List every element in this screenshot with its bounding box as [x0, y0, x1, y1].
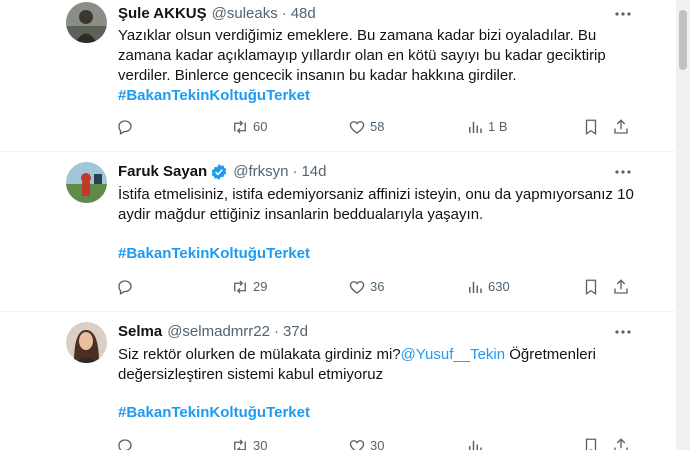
reply-button[interactable] [116, 278, 138, 296]
like-count: 36 [370, 279, 385, 294]
author-handle[interactable]: @selmadmrr22 [167, 322, 270, 342]
separator: · [292, 163, 298, 180]
share-icon [614, 119, 628, 134]
retweet-count: 30 [253, 438, 268, 450]
reply-button[interactable] [116, 437, 138, 450]
heart-icon [349, 281, 365, 294]
tweet-text-before: Siz rektör olurken de mülakata girdiniz … [118, 346, 401, 363]
timestamp[interactable]: 37d [283, 322, 308, 342]
heart-icon [349, 121, 365, 134]
tweet-text: İstifa etmelisiniz, istifa edemiyorsaniz… [118, 186, 634, 223]
verified-badge-icon [210, 163, 228, 181]
heart-icon [349, 440, 365, 450]
views-count: 1 B [488, 119, 508, 134]
author-handle[interactable]: @suleaks [212, 4, 278, 24]
reply-icon [118, 439, 132, 450]
like-button[interactable]: 58 [348, 118, 384, 136]
bookmark-icon [585, 119, 597, 136]
tweet-actions: 29 36 630 [116, 278, 636, 298]
author-handle[interactable]: @frksyn [233, 162, 288, 182]
views-icon [469, 440, 482, 450]
retweet-icon [234, 439, 246, 450]
retweet-button[interactable]: 60 [231, 118, 267, 136]
timestamp[interactable]: 48d [291, 4, 316, 24]
tweet-actions: 60 58 1 B [116, 118, 636, 138]
tweet[interactable]: Selma @selmadmrr22 · 37d Siz rektör olur… [0, 312, 675, 450]
tweet-header: Şule AKKUŞ @suleaks · 48d [118, 4, 316, 24]
tweet-text: Yazıklar olsun verdiğimiz emeklere. Bu z… [118, 27, 606, 84]
separator: · [281, 5, 287, 22]
more-icon[interactable] [613, 4, 633, 24]
views-icon [469, 281, 482, 293]
share-icon [614, 438, 628, 450]
views-button[interactable] [466, 437, 488, 450]
tweet-text: Siz rektör olurken de mülakata girdiniz … [118, 345, 648, 385]
tweet-header: Selma @selmadmrr22 · 37d [118, 322, 308, 342]
share-button[interactable] [612, 437, 634, 450]
avatar[interactable] [66, 162, 107, 203]
tweet-header: Faruk Sayan @frksyn · 14d [118, 162, 326, 182]
hashtag-link[interactable]: #BakanTekinKoltuğuTerket [118, 86, 310, 106]
author-name[interactable]: Selma [118, 322, 162, 342]
tweet-actions: 30 30 [116, 437, 636, 450]
bookmark-button[interactable] [582, 278, 604, 296]
retweet-button[interactable]: 29 [231, 278, 267, 296]
like-button[interactable]: 30 [348, 437, 384, 450]
share-icon [614, 279, 628, 294]
hashtag-link[interactable]: #BakanTekinKoltuğuTerket [118, 244, 310, 264]
more-icon[interactable] [613, 322, 633, 342]
scrollbar[interactable] [676, 0, 690, 450]
separator: · [273, 323, 279, 340]
bookmark-button[interactable] [582, 118, 604, 136]
like-count: 30 [370, 438, 385, 450]
retweet-count: 60 [253, 119, 268, 134]
bookmark-button[interactable] [582, 437, 604, 450]
hashtag-link[interactable]: #BakanTekinKoltuğuTerket [118, 403, 310, 423]
mention-link[interactable]: @Yusuf__Tekin [401, 346, 505, 363]
views-count: 630 [488, 279, 510, 294]
reply-icon [118, 120, 132, 135]
retweet-count: 29 [253, 279, 268, 294]
tweet[interactable]: Şule AKKUŞ @suleaks · 48d Yazıklar olsun… [0, 0, 675, 152]
reply-icon [118, 280, 132, 295]
author-name[interactable]: Şule AKKUŞ [118, 4, 207, 24]
author-name[interactable]: Faruk Sayan [118, 162, 207, 182]
views-button[interactable]: 630 [466, 278, 510, 296]
more-icon[interactable] [613, 162, 633, 182]
bookmark-icon [585, 438, 597, 450]
reply-button[interactable] [116, 118, 138, 136]
views-button[interactable]: 1 B [466, 118, 508, 136]
retweet-button[interactable]: 30 [231, 437, 267, 450]
share-button[interactable] [612, 118, 634, 136]
avatar[interactable] [66, 322, 107, 363]
bookmark-icon [585, 279, 597, 296]
avatar[interactable] [66, 2, 107, 43]
retweet-icon [234, 280, 246, 294]
retweet-icon [234, 120, 246, 134]
tweet[interactable]: Faruk Sayan @frksyn · 14d İstifa etmelis… [0, 152, 675, 312]
share-button[interactable] [612, 278, 634, 296]
scrollbar-thumb[interactable] [679, 10, 687, 70]
like-button[interactable]: 36 [348, 278, 384, 296]
like-count: 58 [370, 119, 385, 134]
timestamp[interactable]: 14d [301, 162, 326, 182]
views-icon [469, 121, 482, 133]
